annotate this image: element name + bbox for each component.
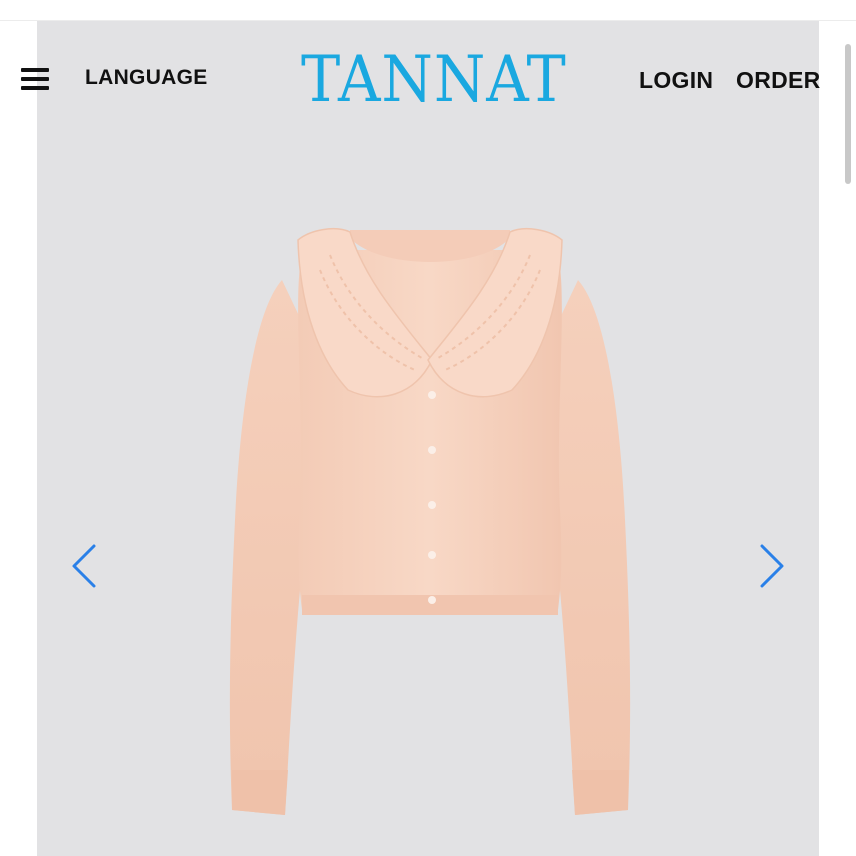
hamburger-menu-icon[interactable]: [21, 68, 49, 90]
chevron-right-icon[interactable]: [752, 536, 792, 596]
order-link[interactable]: ORDER: [736, 67, 821, 94]
chevron-left-icon[interactable]: [64, 536, 104, 596]
product-image: [229, 228, 631, 815]
login-link[interactable]: LOGIN: [639, 67, 713, 94]
language-link[interactable]: LANGUAGE: [85, 66, 208, 90]
page: LANGUAGE TANNAT LOGIN ORDER: [0, 0, 856, 856]
brand-logo[interactable]: TANNAT: [301, 42, 566, 118]
scrollbar[interactable]: [845, 44, 851, 184]
